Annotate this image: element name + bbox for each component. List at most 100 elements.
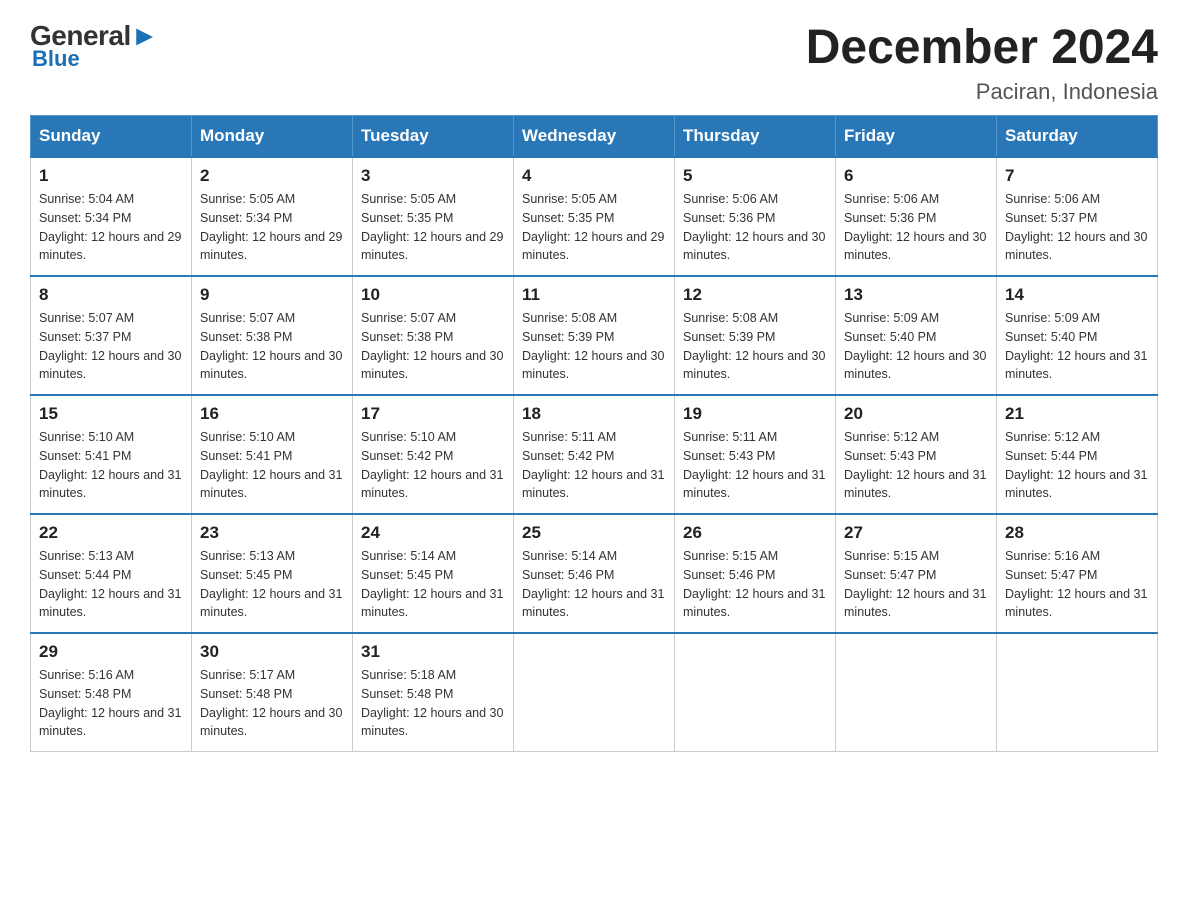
- day-number: 3: [361, 166, 505, 186]
- calendar-cell: 10 Sunrise: 5:07 AM Sunset: 5:38 PM Dayl…: [353, 276, 514, 395]
- day-number: 25: [522, 523, 666, 543]
- day-info: Sunrise: 5:12 AM Sunset: 5:43 PM Dayligh…: [844, 428, 988, 503]
- day-number: 16: [200, 404, 344, 424]
- day-number: 17: [361, 404, 505, 424]
- calendar-header-wednesday: Wednesday: [514, 116, 675, 158]
- calendar-cell: 7 Sunrise: 5:06 AM Sunset: 5:37 PM Dayli…: [997, 157, 1158, 276]
- day-info: Sunrise: 5:05 AM Sunset: 5:35 PM Dayligh…: [522, 190, 666, 265]
- calendar-cell: 28 Sunrise: 5:16 AM Sunset: 5:47 PM Dayl…: [997, 514, 1158, 633]
- day-number: 31: [361, 642, 505, 662]
- day-info: Sunrise: 5:15 AM Sunset: 5:47 PM Dayligh…: [844, 547, 988, 622]
- logo: General► Blue: [30, 20, 158, 72]
- day-info: Sunrise: 5:12 AM Sunset: 5:44 PM Dayligh…: [1005, 428, 1149, 503]
- calendar-cell: 16 Sunrise: 5:10 AM Sunset: 5:41 PM Dayl…: [192, 395, 353, 514]
- day-info: Sunrise: 5:06 AM Sunset: 5:36 PM Dayligh…: [683, 190, 827, 265]
- calendar-cell: 9 Sunrise: 5:07 AM Sunset: 5:38 PM Dayli…: [192, 276, 353, 395]
- calendar-cell: 12 Sunrise: 5:08 AM Sunset: 5:39 PM Dayl…: [675, 276, 836, 395]
- day-info: Sunrise: 5:09 AM Sunset: 5:40 PM Dayligh…: [1005, 309, 1149, 384]
- day-info: Sunrise: 5:07 AM Sunset: 5:38 PM Dayligh…: [361, 309, 505, 384]
- calendar-header-thursday: Thursday: [675, 116, 836, 158]
- calendar-cell: 26 Sunrise: 5:15 AM Sunset: 5:46 PM Dayl…: [675, 514, 836, 633]
- logo-triangle-icon: ►: [131, 20, 158, 51]
- calendar-cell: 29 Sunrise: 5:16 AM Sunset: 5:48 PM Dayl…: [31, 633, 192, 752]
- calendar-cell: 8 Sunrise: 5:07 AM Sunset: 5:37 PM Dayli…: [31, 276, 192, 395]
- day-number: 18: [522, 404, 666, 424]
- day-info: Sunrise: 5:10 AM Sunset: 5:42 PM Dayligh…: [361, 428, 505, 503]
- calendar-cell: 6 Sunrise: 5:06 AM Sunset: 5:36 PM Dayli…: [836, 157, 997, 276]
- day-info: Sunrise: 5:10 AM Sunset: 5:41 PM Dayligh…: [39, 428, 183, 503]
- calendar-cell: 24 Sunrise: 5:14 AM Sunset: 5:45 PM Dayl…: [353, 514, 514, 633]
- day-number: 24: [361, 523, 505, 543]
- day-info: Sunrise: 5:06 AM Sunset: 5:37 PM Dayligh…: [1005, 190, 1149, 265]
- calendar-header-sunday: Sunday: [31, 116, 192, 158]
- calendar-cell: 15 Sunrise: 5:10 AM Sunset: 5:41 PM Dayl…: [31, 395, 192, 514]
- day-info: Sunrise: 5:11 AM Sunset: 5:42 PM Dayligh…: [522, 428, 666, 503]
- day-number: 6: [844, 166, 988, 186]
- day-number: 21: [1005, 404, 1149, 424]
- calendar-header-saturday: Saturday: [997, 116, 1158, 158]
- calendar-cell: 3 Sunrise: 5:05 AM Sunset: 5:35 PM Dayli…: [353, 157, 514, 276]
- calendar-title: December 2024: [806, 20, 1158, 75]
- day-info: Sunrise: 5:16 AM Sunset: 5:47 PM Dayligh…: [1005, 547, 1149, 622]
- calendar-table: SundayMondayTuesdayWednesdayThursdayFrid…: [30, 115, 1158, 752]
- day-number: 23: [200, 523, 344, 543]
- day-number: 28: [1005, 523, 1149, 543]
- calendar-cell: [836, 633, 997, 752]
- day-info: Sunrise: 5:14 AM Sunset: 5:46 PM Dayligh…: [522, 547, 666, 622]
- calendar-cell: 21 Sunrise: 5:12 AM Sunset: 5:44 PM Dayl…: [997, 395, 1158, 514]
- calendar-header-friday: Friday: [836, 116, 997, 158]
- calendar-header-tuesday: Tuesday: [353, 116, 514, 158]
- day-number: 11: [522, 285, 666, 305]
- day-info: Sunrise: 5:17 AM Sunset: 5:48 PM Dayligh…: [200, 666, 344, 741]
- day-info: Sunrise: 5:05 AM Sunset: 5:35 PM Dayligh…: [361, 190, 505, 265]
- day-number: 4: [522, 166, 666, 186]
- day-number: 10: [361, 285, 505, 305]
- day-number: 26: [683, 523, 827, 543]
- day-number: 15: [39, 404, 183, 424]
- day-info: Sunrise: 5:13 AM Sunset: 5:45 PM Dayligh…: [200, 547, 344, 622]
- day-number: 2: [200, 166, 344, 186]
- day-info: Sunrise: 5:18 AM Sunset: 5:48 PM Dayligh…: [361, 666, 505, 741]
- day-info: Sunrise: 5:05 AM Sunset: 5:34 PM Dayligh…: [200, 190, 344, 265]
- day-number: 13: [844, 285, 988, 305]
- day-info: Sunrise: 5:08 AM Sunset: 5:39 PM Dayligh…: [683, 309, 827, 384]
- day-info: Sunrise: 5:09 AM Sunset: 5:40 PM Dayligh…: [844, 309, 988, 384]
- calendar-week-row: 8 Sunrise: 5:07 AM Sunset: 5:37 PM Dayli…: [31, 276, 1158, 395]
- calendar-cell: 14 Sunrise: 5:09 AM Sunset: 5:40 PM Dayl…: [997, 276, 1158, 395]
- day-info: Sunrise: 5:14 AM Sunset: 5:45 PM Dayligh…: [361, 547, 505, 622]
- logo-blue-text: Blue: [32, 46, 80, 72]
- day-number: 19: [683, 404, 827, 424]
- day-number: 9: [200, 285, 344, 305]
- calendar-cell: 13 Sunrise: 5:09 AM Sunset: 5:40 PM Dayl…: [836, 276, 997, 395]
- calendar-cell: 2 Sunrise: 5:05 AM Sunset: 5:34 PM Dayli…: [192, 157, 353, 276]
- day-info: Sunrise: 5:16 AM Sunset: 5:48 PM Dayligh…: [39, 666, 183, 741]
- calendar-cell: [997, 633, 1158, 752]
- day-number: 8: [39, 285, 183, 305]
- calendar-cell: 23 Sunrise: 5:13 AM Sunset: 5:45 PM Dayl…: [192, 514, 353, 633]
- calendar-header-row: SundayMondayTuesdayWednesdayThursdayFrid…: [31, 116, 1158, 158]
- calendar-cell: [514, 633, 675, 752]
- calendar-cell: 1 Sunrise: 5:04 AM Sunset: 5:34 PM Dayli…: [31, 157, 192, 276]
- calendar-cell: [675, 633, 836, 752]
- calendar-cell: 25 Sunrise: 5:14 AM Sunset: 5:46 PM Dayl…: [514, 514, 675, 633]
- calendar-cell: 18 Sunrise: 5:11 AM Sunset: 5:42 PM Dayl…: [514, 395, 675, 514]
- calendar-cell: 5 Sunrise: 5:06 AM Sunset: 5:36 PM Dayli…: [675, 157, 836, 276]
- day-info: Sunrise: 5:15 AM Sunset: 5:46 PM Dayligh…: [683, 547, 827, 622]
- calendar-cell: 30 Sunrise: 5:17 AM Sunset: 5:48 PM Dayl…: [192, 633, 353, 752]
- title-section: December 2024 Paciran, Indonesia: [806, 20, 1158, 105]
- day-number: 14: [1005, 285, 1149, 305]
- day-number: 27: [844, 523, 988, 543]
- day-number: 12: [683, 285, 827, 305]
- calendar-header-monday: Monday: [192, 116, 353, 158]
- day-number: 7: [1005, 166, 1149, 186]
- day-number: 20: [844, 404, 988, 424]
- day-number: 22: [39, 523, 183, 543]
- calendar-week-row: 15 Sunrise: 5:10 AM Sunset: 5:41 PM Dayl…: [31, 395, 1158, 514]
- day-info: Sunrise: 5:04 AM Sunset: 5:34 PM Dayligh…: [39, 190, 183, 265]
- day-info: Sunrise: 5:13 AM Sunset: 5:44 PM Dayligh…: [39, 547, 183, 622]
- day-info: Sunrise: 5:07 AM Sunset: 5:38 PM Dayligh…: [200, 309, 344, 384]
- day-info: Sunrise: 5:11 AM Sunset: 5:43 PM Dayligh…: [683, 428, 827, 503]
- day-number: 30: [200, 642, 344, 662]
- calendar-cell: 17 Sunrise: 5:10 AM Sunset: 5:42 PM Dayl…: [353, 395, 514, 514]
- day-info: Sunrise: 5:07 AM Sunset: 5:37 PM Dayligh…: [39, 309, 183, 384]
